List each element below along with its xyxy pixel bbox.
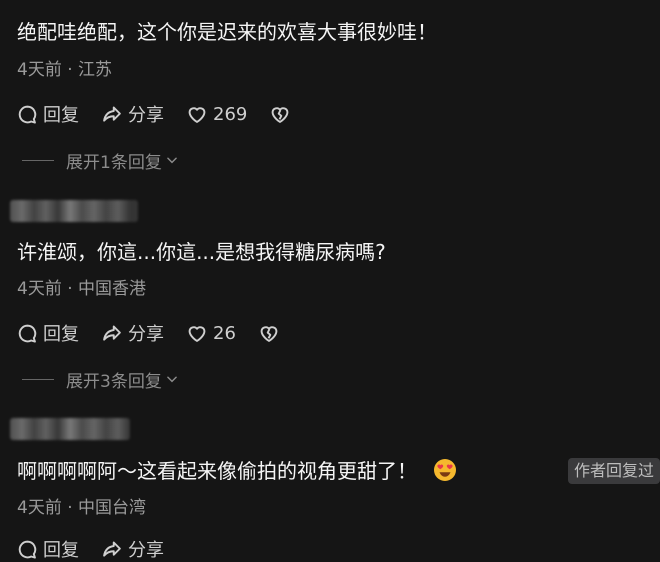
blurred-username [10,418,130,440]
comment-bubble-icon [18,105,37,124]
comment-actions: 回复 分享 [17,536,186,562]
comment-text[interactable]: 啊啊啊啊阿～这看起来像偷拍的视角更甜了！ [17,459,417,483]
comment-meta: 4天前 · 中国台湾 [17,498,147,518]
comment-actions: 回复 分享 26 [17,320,302,346]
expand-divider [22,159,54,161]
reply-button[interactable]: 回复 [17,101,79,127]
like-count: 26 [213,322,236,344]
reply-label: 回复 [43,105,79,126]
like-button[interactable]: 269 [186,104,247,125]
reply-button[interactable]: 回复 [17,536,79,562]
reply-label: 回复 [43,324,79,345]
broken-heart-icon [271,106,289,123]
comment-text-row: 啊啊啊啊阿～这看起来像偷拍的视角更甜了！ [17,457,457,485]
chevron-down-icon [167,376,177,383]
share-arrow-icon [103,325,121,341]
expand-replies-label: 展开1条回复 [66,152,162,173]
expand-divider [22,378,54,380]
share-arrow-icon [103,541,121,557]
comment-bubble-icon [18,540,37,559]
expand-replies-button[interactable]: 展开1条回复 [22,148,179,173]
expand-replies-label: 展开3条回复 [66,371,162,392]
share-label: 分享 [128,105,164,126]
author-replied-badge: 作者回复过 [567,458,660,484]
expand-replies-button[interactable]: 展开3条回复 [22,367,179,392]
comment-actions: 回复 分享 269 [17,101,313,127]
share-button[interactable]: 分享 [101,536,164,562]
heart-eyes-emoji-icon [434,459,457,481]
blurred-username [10,200,138,222]
reply-label: 回复 [43,540,79,561]
chevron-down-icon [167,157,177,164]
dislike-button[interactable] [258,323,280,344]
reply-button[interactable]: 回复 [17,320,79,346]
like-count: 269 [213,103,248,125]
share-label: 分享 [128,324,164,345]
comment-text[interactable]: 许淮颂，你這...你這...是想我得糖尿病嗎? [17,238,386,266]
share-button[interactable]: 分享 [101,320,164,346]
comment-bubble-icon [18,324,37,343]
comment-meta: 4天前 · 中国香港 [17,279,147,299]
share-button[interactable]: 分享 [101,101,164,127]
like-button[interactable]: 26 [186,323,236,344]
share-arrow-icon [103,106,121,122]
heart-icon [188,106,206,123]
comment-meta: 4天前 · 江苏 [17,60,113,80]
comment-text[interactable]: 绝配哇绝配，这个你是迟来的欢喜大事很妙哇！ [17,18,437,46]
share-label: 分享 [128,540,164,561]
broken-heart-icon [260,325,278,342]
heart-icon [188,325,206,342]
dislike-button[interactable] [269,104,291,125]
